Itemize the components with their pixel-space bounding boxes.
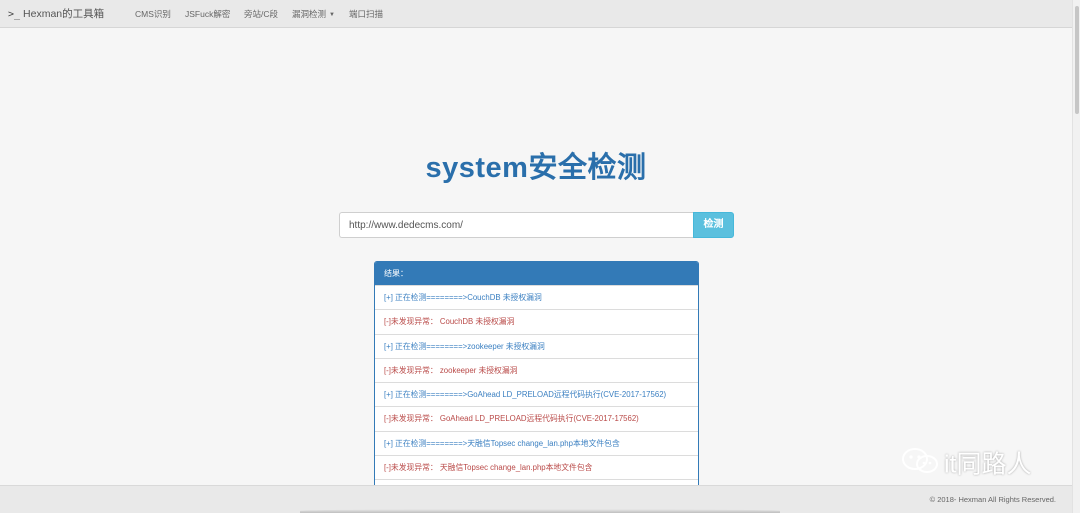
watermark-text: it同路人 — [944, 450, 1032, 479]
brand-label: Hexman的工具箱 — [23, 8, 105, 20]
url-input[interactable] — [339, 212, 694, 238]
result-row: [-]未发现异常： zookeeper 未授权漏洞 — [375, 357, 698, 382]
top-navbar: >_ Hexman的工具箱 CMS识别 JSFuck解密 旁站/C段 漏洞检测 ▼ … — [0, 0, 1072, 28]
nav-item-jsfuck[interactable]: JSFuck解密 — [185, 0, 230, 28]
footer: © 2018- Hexman All Rights Reserved. — [0, 485, 1072, 513]
results-list: [+] 正在检测========>CouchDB 未授权漏洞 [-]未发现异常： … — [375, 285, 698, 490]
result-row: [+] 正在检测========>GoAhead LD_PRELOAD远程代码执… — [375, 382, 698, 406]
nav-item-sidesite[interactable]: 旁站/C段 — [244, 0, 278, 28]
footer-shadow — [300, 509, 780, 513]
result-row: [-]未发现异常： GoAhead LD_PRELOAD远程代码执行(CVE-2… — [375, 406, 698, 430]
nav-item-portscan[interactable]: 端口扫描 — [349, 0, 383, 28]
result-row: [-]未发现异常： CouchDB 未授权漏洞 — [375, 309, 698, 333]
nav-item-vuln-label: 漏洞检测 — [292, 9, 327, 19]
results-panel: 结果： [+] 正在检测========>CouchDB 未授权漏洞 [-]未发现… — [374, 261, 699, 491]
page-title: system安全检测 — [425, 152, 647, 184]
result-row: [-]未发现异常： 天融信Topsec change_lan.php本地文件包含 — [375, 455, 698, 479]
scrollbar-thumb[interactable] — [1075, 6, 1079, 114]
terminal-icon: >_ — [8, 9, 21, 20]
detect-button[interactable]: 检测 — [693, 212, 734, 238]
watermark: it同路人 — [900, 446, 1032, 482]
results-heading: 结果： — [375, 262, 698, 285]
result-row: [+] 正在检测========>zookeeper 未授权漏洞 — [375, 333, 698, 358]
nav-item-vuln-dropdown[interactable]: 漏洞检测 ▼ — [292, 0, 335, 28]
caret-down-icon: ▼ — [329, 12, 335, 18]
vertical-scrollbar[interactable] — [1072, 0, 1080, 513]
nav-item-cms[interactable]: CMS识别 — [135, 0, 171, 28]
wechat-icon — [900, 446, 940, 486]
copyright-text: © 2018- Hexman All Rights Reserved. — [929, 495, 1056, 504]
brand-link[interactable]: >_ Hexman的工具箱 — [8, 0, 104, 28]
result-row: [+] 正在检测========>CouchDB 未授权漏洞 — [375, 285, 698, 309]
result-row: [+] 正在检测========>天融信Topsec change_lan.ph… — [375, 430, 698, 455]
